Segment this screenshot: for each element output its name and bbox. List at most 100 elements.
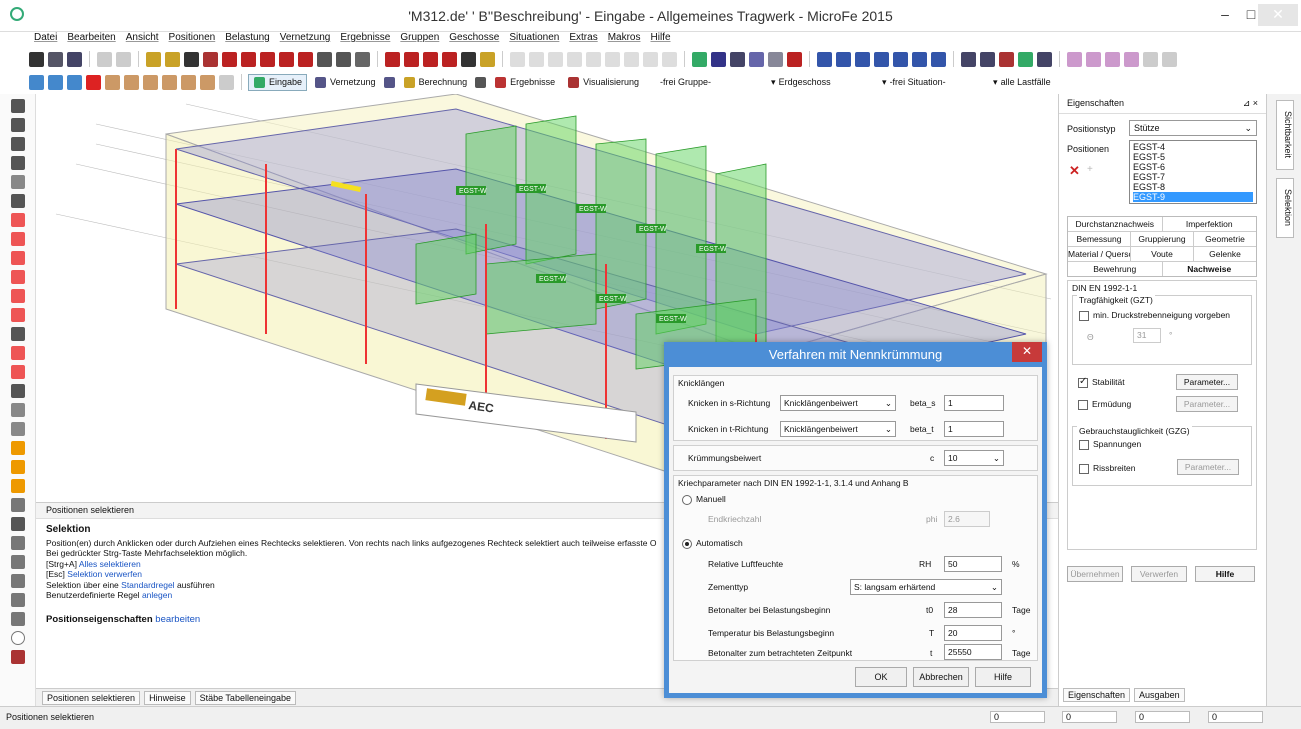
wall-icon[interactable]: [11, 308, 25, 322]
undo-icon[interactable]: [97, 51, 112, 67]
filter-3-icon[interactable]: [1105, 51, 1120, 67]
rect-icon[interactable]: [836, 51, 851, 67]
beta-s-input[interactable]: 1: [944, 395, 1004, 411]
filter-4-icon[interactable]: [1124, 51, 1139, 67]
ok-button[interactable]: OK: [855, 667, 907, 687]
paste-icon[interactable]: [165, 51, 180, 67]
opening-icon[interactable]: [11, 403, 25, 417]
text-large-icon[interactable]: [317, 51, 332, 67]
p-tool-icon[interactable]: [11, 517, 25, 531]
tab-berechnung[interactable]: Berechnung: [398, 74, 473, 91]
redo-icon[interactable]: [116, 51, 131, 67]
zoom-all-icon[interactable]: [298, 51, 313, 67]
dialog-hilfe-button[interactable]: Hilfe: [975, 667, 1031, 687]
tab-geometrie[interactable]: Geometrie: [1194, 232, 1256, 246]
save-icon[interactable]: [29, 51, 44, 67]
pen-icon[interactable]: [11, 99, 25, 113]
rh-input[interactable]: 50: [944, 556, 1002, 572]
group-3-icon[interactable]: [143, 74, 158, 90]
hilfe-button[interactable]: Hilfe: [1195, 566, 1255, 582]
tab-positionen-selektieren[interactable]: Positionen selektieren: [42, 690, 141, 705]
text-icon[interactable]: [893, 51, 908, 67]
bar-tool-icon[interactable]: [11, 650, 25, 664]
lightbulb-icon[interactable]: [480, 51, 495, 67]
coord-z-field[interactable]: 0: [1135, 711, 1190, 723]
frame-icon[interactable]: [11, 536, 25, 550]
menu-ergebnisse[interactable]: Ergebnisse: [340, 32, 390, 48]
list-item[interactable]: EGST-6: [1133, 162, 1253, 172]
dialog-close-button[interactable]: ✕: [1012, 342, 1042, 362]
tab-voute[interactable]: Voute: [1131, 247, 1194, 261]
tab-staebe-tabelleneingabe[interactable]: Stäbe Tabelleneingabe: [194, 690, 296, 705]
tab-hinweise[interactable]: Hinweise: [144, 690, 191, 705]
select-all-link[interactable]: Alles selektieren: [79, 559, 141, 569]
group-dropdown[interactable]: -frei Gruppe-: [660, 77, 755, 87]
menu-ansicht[interactable]: Ansicht: [126, 32, 159, 48]
table-icon[interactable]: [730, 51, 745, 67]
draw-tool-2-icon[interactable]: [529, 51, 544, 67]
tab-ausgaben[interactable]: Ausgaben: [1134, 688, 1185, 702]
image-icon[interactable]: [11, 555, 25, 569]
draw-tool-3-icon[interactable]: [548, 51, 563, 67]
positionen-list[interactable]: EGST-4 EGST-5 EGST-6 EGST-7 EGST-8 EGST-…: [1129, 140, 1257, 204]
tab-selektion[interactable]: Selektion: [1276, 178, 1294, 238]
draw-tool-4-icon[interactable]: [567, 51, 582, 67]
diamond-icon[interactable]: [11, 156, 25, 170]
select-remove-icon[interactable]: [67, 74, 82, 90]
standard-rule-link[interactable]: Standardregel: [121, 580, 174, 590]
grid-icon[interactable]: [184, 51, 199, 67]
discard-selection-link[interactable]: Selektion verwerfen: [67, 569, 142, 579]
manuell-radio[interactable]: [682, 494, 692, 505]
view-top-icon[interactable]: [385, 51, 400, 67]
axis-icon[interactable]: [461, 51, 476, 67]
joint-icon[interactable]: [11, 422, 25, 436]
knick-t-select[interactable]: Knicklängenbeiwert ⌄: [780, 421, 896, 437]
node-icon[interactable]: [692, 51, 707, 67]
spring-icon[interactable]: [11, 289, 25, 303]
house-icon[interactable]: [11, 441, 25, 455]
list-item[interactable]: EGST-4: [1133, 142, 1253, 152]
ruler-icon[interactable]: [11, 175, 25, 189]
arc-icon[interactable]: [874, 51, 889, 67]
draw-tool-8-icon[interactable]: [643, 51, 658, 67]
list-item[interactable]: EGST-7: [1133, 172, 1253, 182]
tab-eingabe[interactable]: Eingabe: [248, 73, 308, 91]
tab-gruppierung[interactable]: Gruppierung: [1131, 232, 1194, 246]
tab-imperfektion[interactable]: Imperfektion: [1163, 217, 1257, 231]
situation-dropdown[interactable]: ▾ -frei Situation-: [882, 77, 977, 88]
create-rule-link[interactable]: anlegen: [142, 590, 172, 600]
menu-bearbeiten[interactable]: Bearbeiten: [67, 32, 115, 48]
coord-w-field[interactable]: 0: [1208, 711, 1263, 723]
zement-select[interactable]: S: langsam erhärtend ⌄: [850, 579, 1002, 595]
tab-ergebnisse[interactable]: Ergebnisse: [489, 74, 560, 91]
tab-material[interactable]: Material / Querschnitt: [1068, 247, 1131, 261]
calc-settings-icon[interactable]: [475, 76, 487, 88]
support-2-icon[interactable]: [11, 232, 25, 246]
group-2-icon[interactable]: [124, 74, 139, 90]
view-iso-icon[interactable]: [442, 51, 457, 67]
draw-tool-1-icon[interactable]: [510, 51, 525, 67]
menu-hilfe[interactable]: Hilfe: [651, 32, 671, 48]
menu-positionen[interactable]: Positionen: [169, 32, 216, 48]
text-small-icon[interactable]: [336, 51, 351, 67]
column-icon[interactable]: [11, 346, 25, 360]
menu-gruppen[interactable]: Gruppen: [400, 32, 439, 48]
slab-icon[interactable]: [11, 384, 25, 398]
filter-2-icon[interactable]: [1086, 51, 1101, 67]
house-2-icon[interactable]: [11, 460, 25, 474]
list-4-icon[interactable]: [1018, 51, 1033, 67]
redraw-icon[interactable]: [203, 51, 218, 67]
menu-geschosse[interactable]: Geschosse: [449, 32, 499, 48]
print-icon[interactable]: [48, 51, 63, 67]
ermuedung-parameter-button[interactable]: Parameter...: [1176, 396, 1238, 412]
tab-sichtbarkeit[interactable]: Sichtbarkeit: [1276, 100, 1294, 170]
zoom-in-icon[interactable]: [241, 51, 256, 67]
beta-t-input[interactable]: 1: [944, 421, 1004, 437]
check-off-icon[interactable]: [219, 74, 234, 90]
tab-nachweise[interactable]: Nachweise: [1162, 262, 1256, 276]
t-input[interactable]: 25550: [944, 644, 1002, 660]
abbrechen-button[interactable]: Abbrechen: [913, 667, 969, 687]
box-icon[interactable]: [11, 574, 25, 588]
draw-tool-7-icon[interactable]: [624, 51, 639, 67]
list-3-icon[interactable]: [999, 51, 1014, 67]
